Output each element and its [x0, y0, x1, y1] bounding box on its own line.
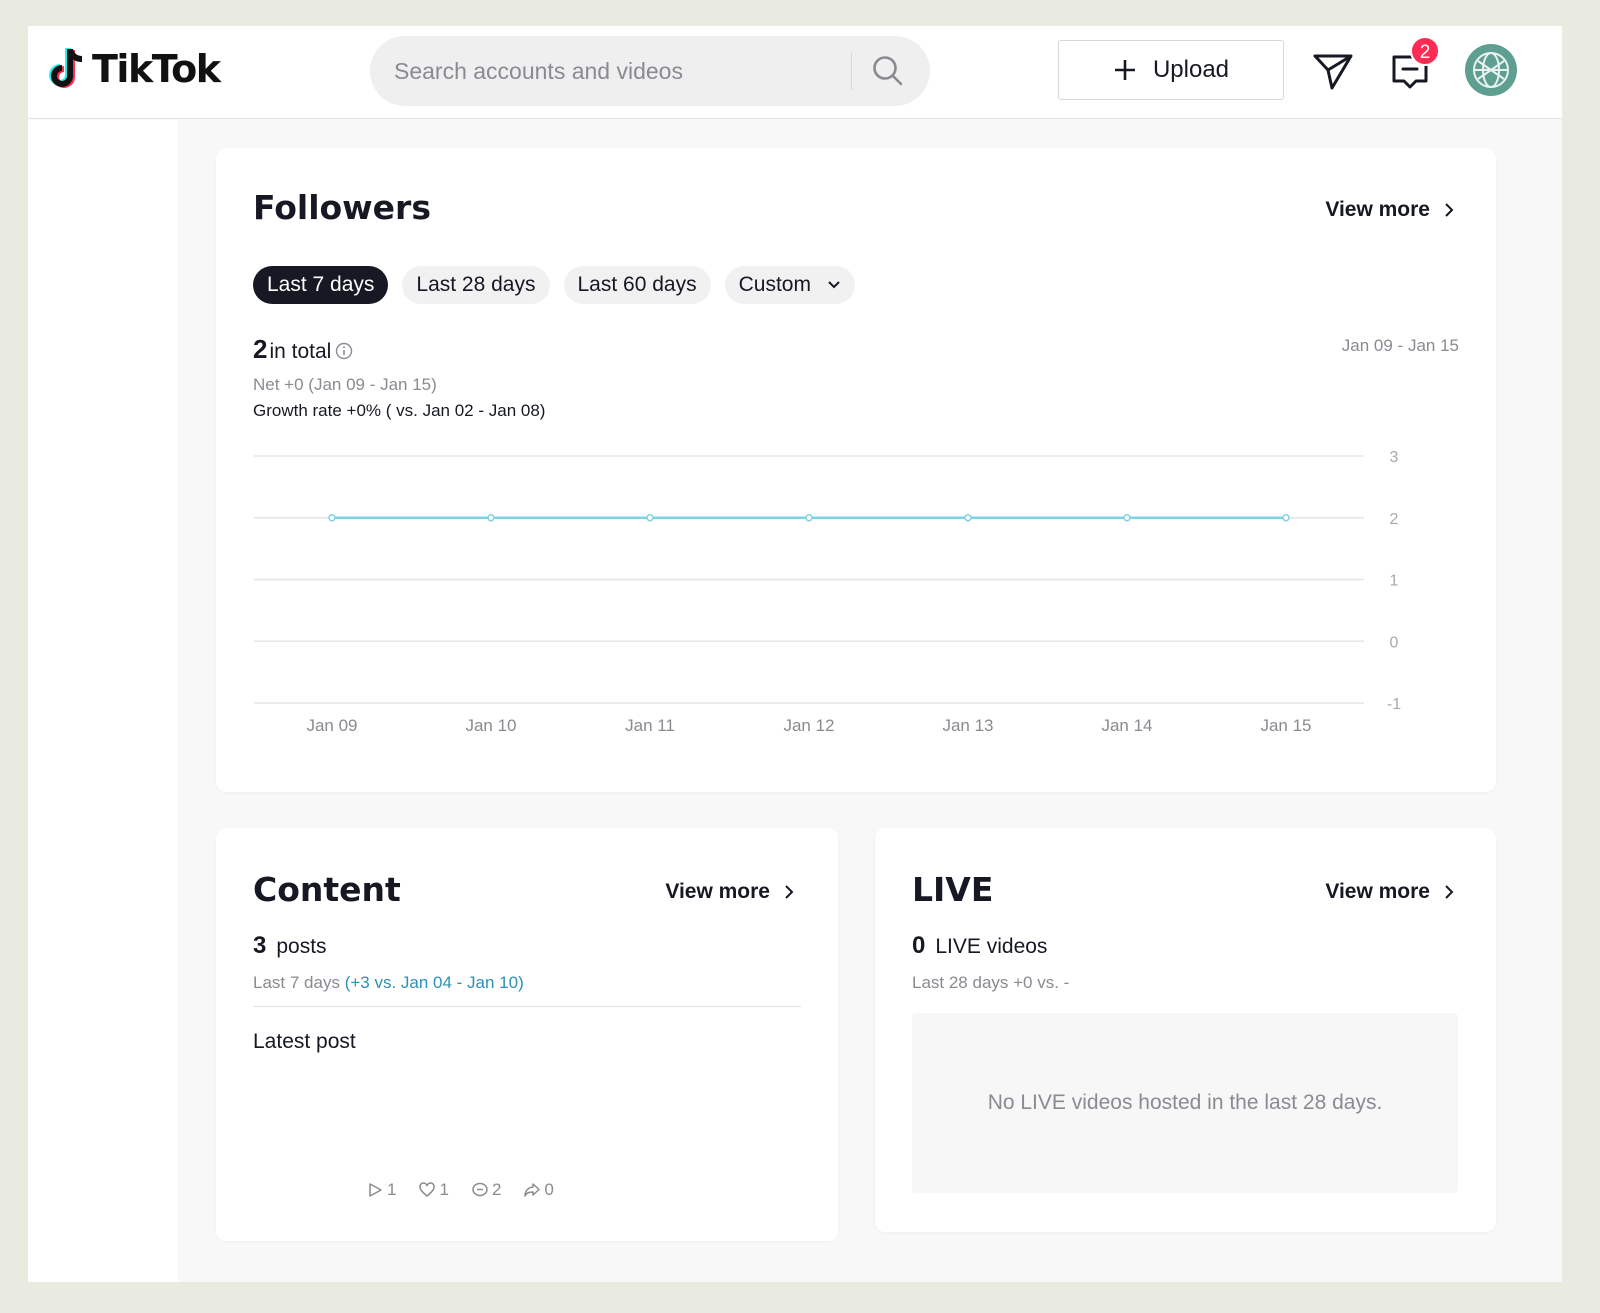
plus-icon	[1114, 60, 1135, 80]
chart-x-tick-label: Jan 10	[465, 716, 516, 735]
chart-y-tick-label: 3	[1390, 449, 1399, 466]
left-sidebar	[28, 120, 178, 1282]
inbox-badge: 2	[1410, 36, 1440, 66]
chart-data-point	[646, 514, 654, 522]
content-title: Content	[253, 870, 401, 909]
chart-y-tick-label: 1	[1390, 573, 1399, 590]
share-icon	[524, 1183, 541, 1197]
comment-icon	[472, 1182, 488, 1197]
search-icon[interactable]	[870, 53, 906, 89]
chart-x-tick-label: Jan 15	[1260, 716, 1311, 735]
chevron-right-icon	[1445, 885, 1454, 899]
heart-icon	[419, 1182, 436, 1197]
posts-label: posts	[276, 935, 327, 958]
chart-x-tick-label: Jan 13	[942, 716, 993, 735]
chevron-right-icon	[785, 885, 794, 899]
content-posts-count: 3 posts	[253, 932, 327, 960]
search-divider	[851, 52, 852, 90]
live-card: LIVE View more 0 LIVE videos Last 28 day…	[875, 828, 1496, 1232]
chart-data-point	[1123, 514, 1131, 522]
comments-value: 2	[491, 1180, 502, 1199]
top-bar: TikTok Upload 2	[28, 26, 1562, 119]
avatar[interactable]	[1465, 44, 1517, 96]
chart-y-tick-label: 2	[1390, 511, 1399, 528]
logo-wordmark: TikTok	[92, 47, 221, 91]
posts-value: 3	[253, 932, 267, 959]
content-comparison: (+3 vs. Jan 04 - Jan 10)	[344, 973, 524, 992]
messages-send-icon[interactable]	[1312, 51, 1354, 93]
tiktok-note-icon	[49, 48, 83, 88]
view-more-label: View more	[665, 880, 770, 903]
live-title: LIVE	[912, 870, 994, 909]
chart-y-tick-label: 0	[1390, 634, 1399, 651]
latest-post-metrics: 1 1 2 0	[366, 1180, 576, 1200]
tiktok-logo[interactable]: TikTok	[48, 46, 221, 92]
chart-x-tick-label: Jan 11	[625, 716, 675, 735]
shares-value: 0	[544, 1180, 554, 1199]
live-videos-label: LIVE videos	[935, 935, 1048, 958]
chart-x-tick-label: Jan 14	[1101, 716, 1152, 735]
live-videos-value: 0	[912, 932, 926, 959]
content-divider	[253, 1006, 801, 1007]
chart-data-point	[487, 514, 495, 522]
chart-y-tick-label: -1	[1387, 696, 1401, 713]
live-videos-count: 0 LIVE videos	[912, 932, 1047, 960]
likes-metric: 1	[418, 1180, 449, 1200]
avatar-globe-icon	[1473, 52, 1509, 88]
search-bar	[370, 36, 930, 106]
content-period: Last 7 days	[253, 973, 340, 992]
comments-metric: 2	[471, 1180, 501, 1200]
live-empty-state: No LIVE videos hosted in the last 28 day…	[912, 1013, 1458, 1193]
plays-metric: 1	[366, 1180, 396, 1200]
latest-post-label: Latest post	[253, 1030, 356, 1053]
live-period: Last 28 days +0 vs. -	[912, 973, 1070, 992]
upload-label: Upload	[1152, 56, 1230, 83]
chart-data-point	[805, 514, 813, 522]
chart-x-tick-label: Jan 09	[306, 716, 357, 735]
chart-data-point	[328, 514, 336, 522]
content-card: Content View more 3 posts Last 7 days (+…	[216, 828, 838, 1241]
chart-data-point	[964, 514, 972, 522]
content-period-line: Last 7 days (+3 vs. Jan 04 - Jan 10)	[253, 973, 524, 993]
followers-line-chart: 3 2 1 0 -1 Jan 09 Jan 10 Jan 11 Jan 12 Jan 13 Jan …	[254, 449, 1401, 735]
view-more-label: View more	[1325, 880, 1430, 903]
content-view-more-link[interactable]: View more	[665, 880, 796, 904]
shares-metric: 0	[523, 1180, 554, 1200]
followers-card: Followers View more Last 7 days Last 28 …	[216, 148, 1496, 792]
plays-value: 1	[387, 1180, 397, 1199]
chart-x-tick-label: Jan 12	[783, 716, 834, 735]
live-empty-message: No LIVE videos hosted in the last 28 day…	[987, 1091, 1383, 1114]
app-window: TikTok Upload 2	[28, 26, 1562, 1282]
search-input[interactable]	[394, 50, 834, 92]
play-icon	[369, 1183, 382, 1197]
upload-button[interactable]: Upload	[1058, 40, 1284, 100]
live-view-more-link[interactable]: View more	[1325, 880, 1456, 904]
chart-data-point	[1282, 514, 1290, 522]
likes-value: 1	[439, 1180, 449, 1199]
